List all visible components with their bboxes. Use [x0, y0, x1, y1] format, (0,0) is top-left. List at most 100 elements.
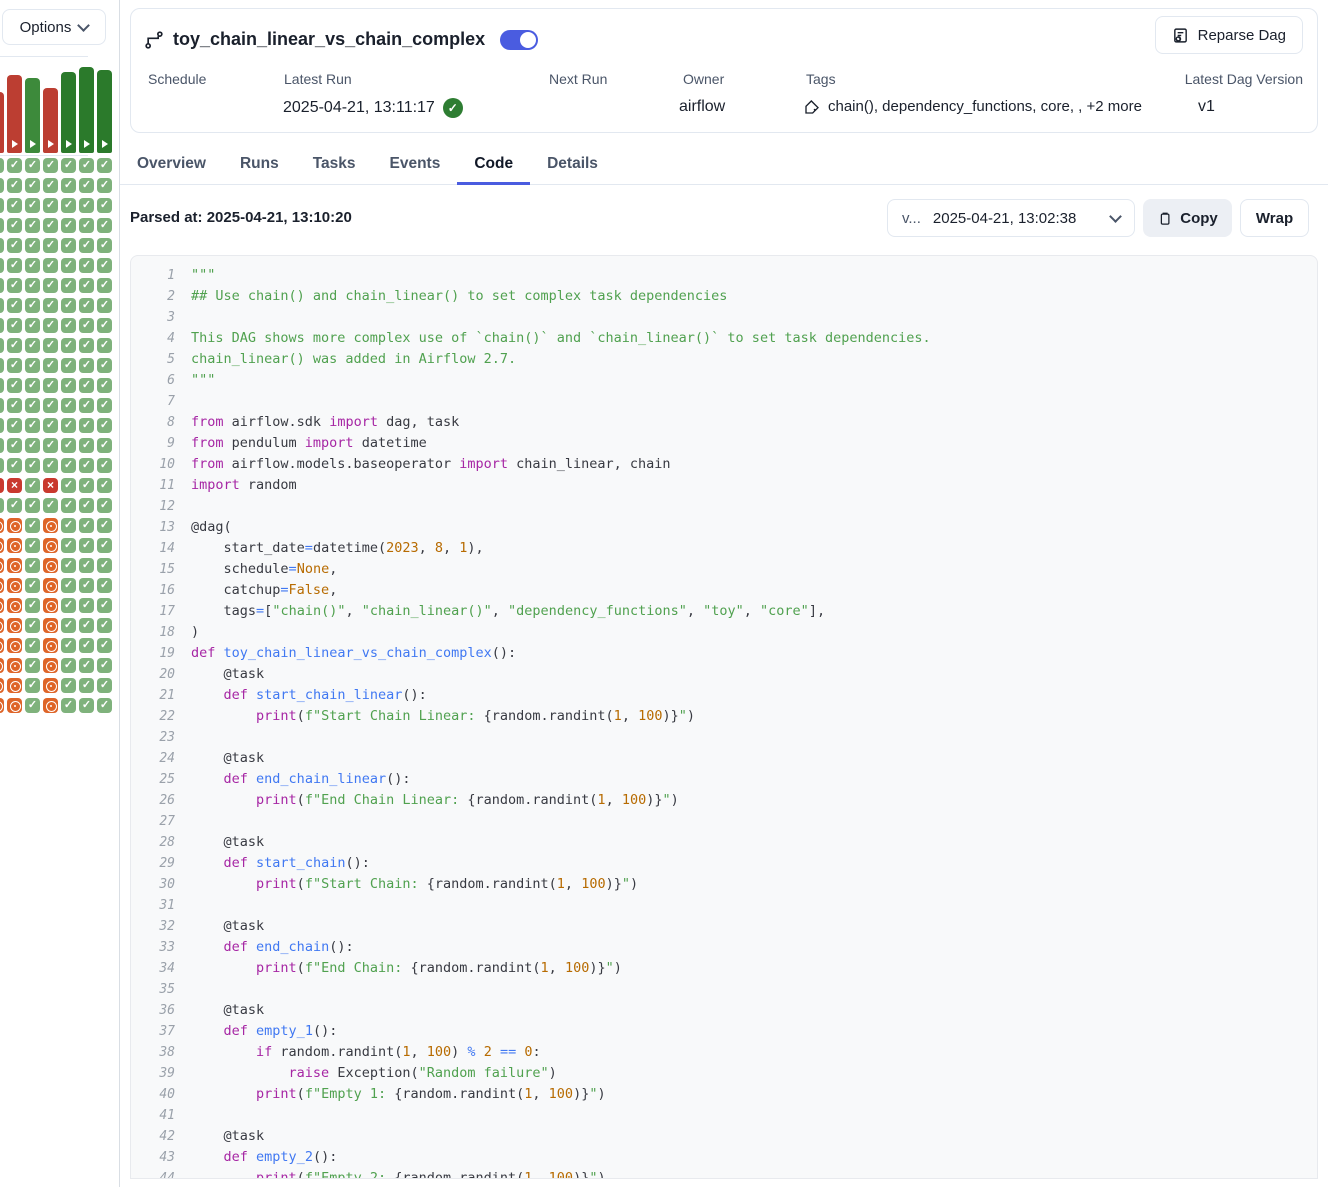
tab-details[interactable]: Details	[530, 145, 615, 185]
task-success-icon[interactable]: ✓	[25, 438, 40, 453]
task-success-icon[interactable]: ✓	[97, 658, 112, 673]
task-success-icon[interactable]: ✓	[43, 198, 58, 213]
task-success-icon[interactable]: ✓	[7, 318, 22, 333]
task-success-icon[interactable]: ✓	[25, 638, 40, 653]
task-retry-icon[interactable]	[0, 618, 4, 633]
task-success-icon[interactable]: ✓	[61, 238, 76, 253]
task-success-icon[interactable]: ✓	[25, 538, 40, 553]
task-success-icon[interactable]: ✓	[25, 358, 40, 373]
task-success-icon[interactable]: ✓	[25, 458, 40, 473]
task-success-icon[interactable]: ✓	[79, 358, 94, 373]
run-success-badge-icon[interactable]: ✓	[443, 98, 463, 118]
task-success-icon[interactable]: ✓	[61, 578, 76, 593]
task-success-icon[interactable]: ✓	[0, 398, 4, 413]
task-success-icon[interactable]: ✓	[79, 178, 94, 193]
dag-code-viewer[interactable]: 1"""2## Use chain() and chain_linear() t…	[130, 255, 1318, 1179]
copy-button[interactable]: Copy	[1143, 199, 1232, 237]
task-retry-icon[interactable]	[7, 618, 22, 633]
task-success-icon[interactable]: ✓	[43, 378, 58, 393]
task-success-icon[interactable]: ✓	[61, 418, 76, 433]
task-success-icon[interactable]: ✓	[25, 678, 40, 693]
task-success-icon[interactable]: ✓	[79, 618, 94, 633]
task-success-icon[interactable]: ✓	[0, 178, 4, 193]
task-success-icon[interactable]: ✓	[61, 298, 76, 313]
task-success-icon[interactable]: ✓	[43, 158, 58, 173]
task-success-icon[interactable]: ✓	[97, 538, 112, 553]
task-retry-icon[interactable]	[43, 538, 58, 553]
task-success-icon[interactable]: ✓	[0, 418, 4, 433]
task-success-icon[interactable]: ✓	[97, 378, 112, 393]
latest-dag-version-value[interactable]: v1	[1198, 98, 1215, 116]
task-success-icon[interactable]: ✓	[79, 578, 94, 593]
task-success-icon[interactable]: ✓	[79, 238, 94, 253]
task-success-icon[interactable]: ✓	[25, 618, 40, 633]
task-failed-icon[interactable]: ×	[0, 478, 4, 493]
task-success-icon[interactable]: ✓	[7, 218, 22, 233]
task-success-icon[interactable]: ✓	[97, 278, 112, 293]
task-retry-icon[interactable]	[43, 578, 58, 593]
task-success-icon[interactable]: ✓	[7, 198, 22, 213]
task-success-icon[interactable]: ✓	[79, 598, 94, 613]
task-success-icon[interactable]: ✓	[79, 158, 94, 173]
task-success-icon[interactable]: ✓	[25, 398, 40, 413]
task-success-icon[interactable]: ✓	[61, 458, 76, 473]
task-success-icon[interactable]: ✓	[7, 438, 22, 453]
task-success-icon[interactable]: ✓	[25, 298, 40, 313]
task-success-icon[interactable]: ✓	[25, 658, 40, 673]
task-success-icon[interactable]: ✓	[61, 158, 76, 173]
task-success-icon[interactable]: ✓	[79, 218, 94, 233]
task-retry-icon[interactable]	[0, 658, 4, 673]
task-retry-icon[interactable]	[7, 538, 22, 553]
dag-run-bar[interactable]	[79, 67, 94, 153]
task-success-icon[interactable]: ✓	[43, 398, 58, 413]
task-success-icon[interactable]: ✓	[61, 338, 76, 353]
dag-run-bar[interactable]	[25, 78, 40, 153]
task-success-icon[interactable]: ✓	[61, 178, 76, 193]
task-success-icon[interactable]: ✓	[79, 558, 94, 573]
task-success-icon[interactable]: ✓	[97, 578, 112, 593]
task-success-icon[interactable]: ✓	[79, 658, 94, 673]
task-success-icon[interactable]: ✓	[0, 158, 4, 173]
task-success-icon[interactable]: ✓	[61, 638, 76, 653]
wrap-button[interactable]: Wrap	[1240, 199, 1309, 237]
task-success-icon[interactable]: ✓	[97, 458, 112, 473]
task-success-icon[interactable]: ✓	[0, 338, 4, 353]
task-success-icon[interactable]: ✓	[61, 258, 76, 273]
task-success-icon[interactable]: ✓	[25, 278, 40, 293]
task-success-icon[interactable]: ✓	[79, 438, 94, 453]
task-success-icon[interactable]: ✓	[61, 478, 76, 493]
task-success-icon[interactable]: ✓	[43, 498, 58, 513]
task-success-icon[interactable]: ✓	[79, 278, 94, 293]
task-success-icon[interactable]: ✓	[43, 238, 58, 253]
task-success-icon[interactable]: ✓	[43, 358, 58, 373]
task-success-icon[interactable]: ✓	[7, 418, 22, 433]
task-success-icon[interactable]: ✓	[43, 438, 58, 453]
task-success-icon[interactable]: ✓	[0, 258, 4, 273]
task-success-icon[interactable]: ✓	[79, 698, 94, 713]
task-retry-icon[interactable]	[0, 598, 4, 613]
task-success-icon[interactable]: ✓	[79, 378, 94, 393]
task-success-icon[interactable]: ✓	[7, 258, 22, 273]
task-retry-icon[interactable]	[43, 658, 58, 673]
task-success-icon[interactable]: ✓	[43, 278, 58, 293]
task-success-icon[interactable]: ✓	[97, 478, 112, 493]
task-success-icon[interactable]: ✓	[79, 498, 94, 513]
task-success-icon[interactable]: ✓	[43, 418, 58, 433]
task-retry-icon[interactable]	[0, 518, 4, 533]
reparse-dag-button[interactable]: Reparse Dag	[1155, 16, 1303, 54]
task-retry-icon[interactable]	[0, 678, 4, 693]
task-retry-icon[interactable]	[43, 598, 58, 613]
task-success-icon[interactable]: ✓	[97, 298, 112, 313]
task-success-icon[interactable]: ✓	[61, 318, 76, 333]
task-success-icon[interactable]: ✓	[25, 518, 40, 533]
task-success-icon[interactable]: ✓	[97, 338, 112, 353]
task-success-icon[interactable]: ✓	[7, 238, 22, 253]
task-retry-icon[interactable]	[7, 578, 22, 593]
task-success-icon[interactable]: ✓	[97, 318, 112, 333]
task-success-icon[interactable]: ✓	[97, 678, 112, 693]
task-retry-icon[interactable]	[0, 558, 4, 573]
task-success-icon[interactable]: ✓	[61, 358, 76, 373]
task-success-icon[interactable]: ✓	[61, 658, 76, 673]
task-success-icon[interactable]: ✓	[0, 358, 4, 373]
task-retry-icon[interactable]	[7, 638, 22, 653]
